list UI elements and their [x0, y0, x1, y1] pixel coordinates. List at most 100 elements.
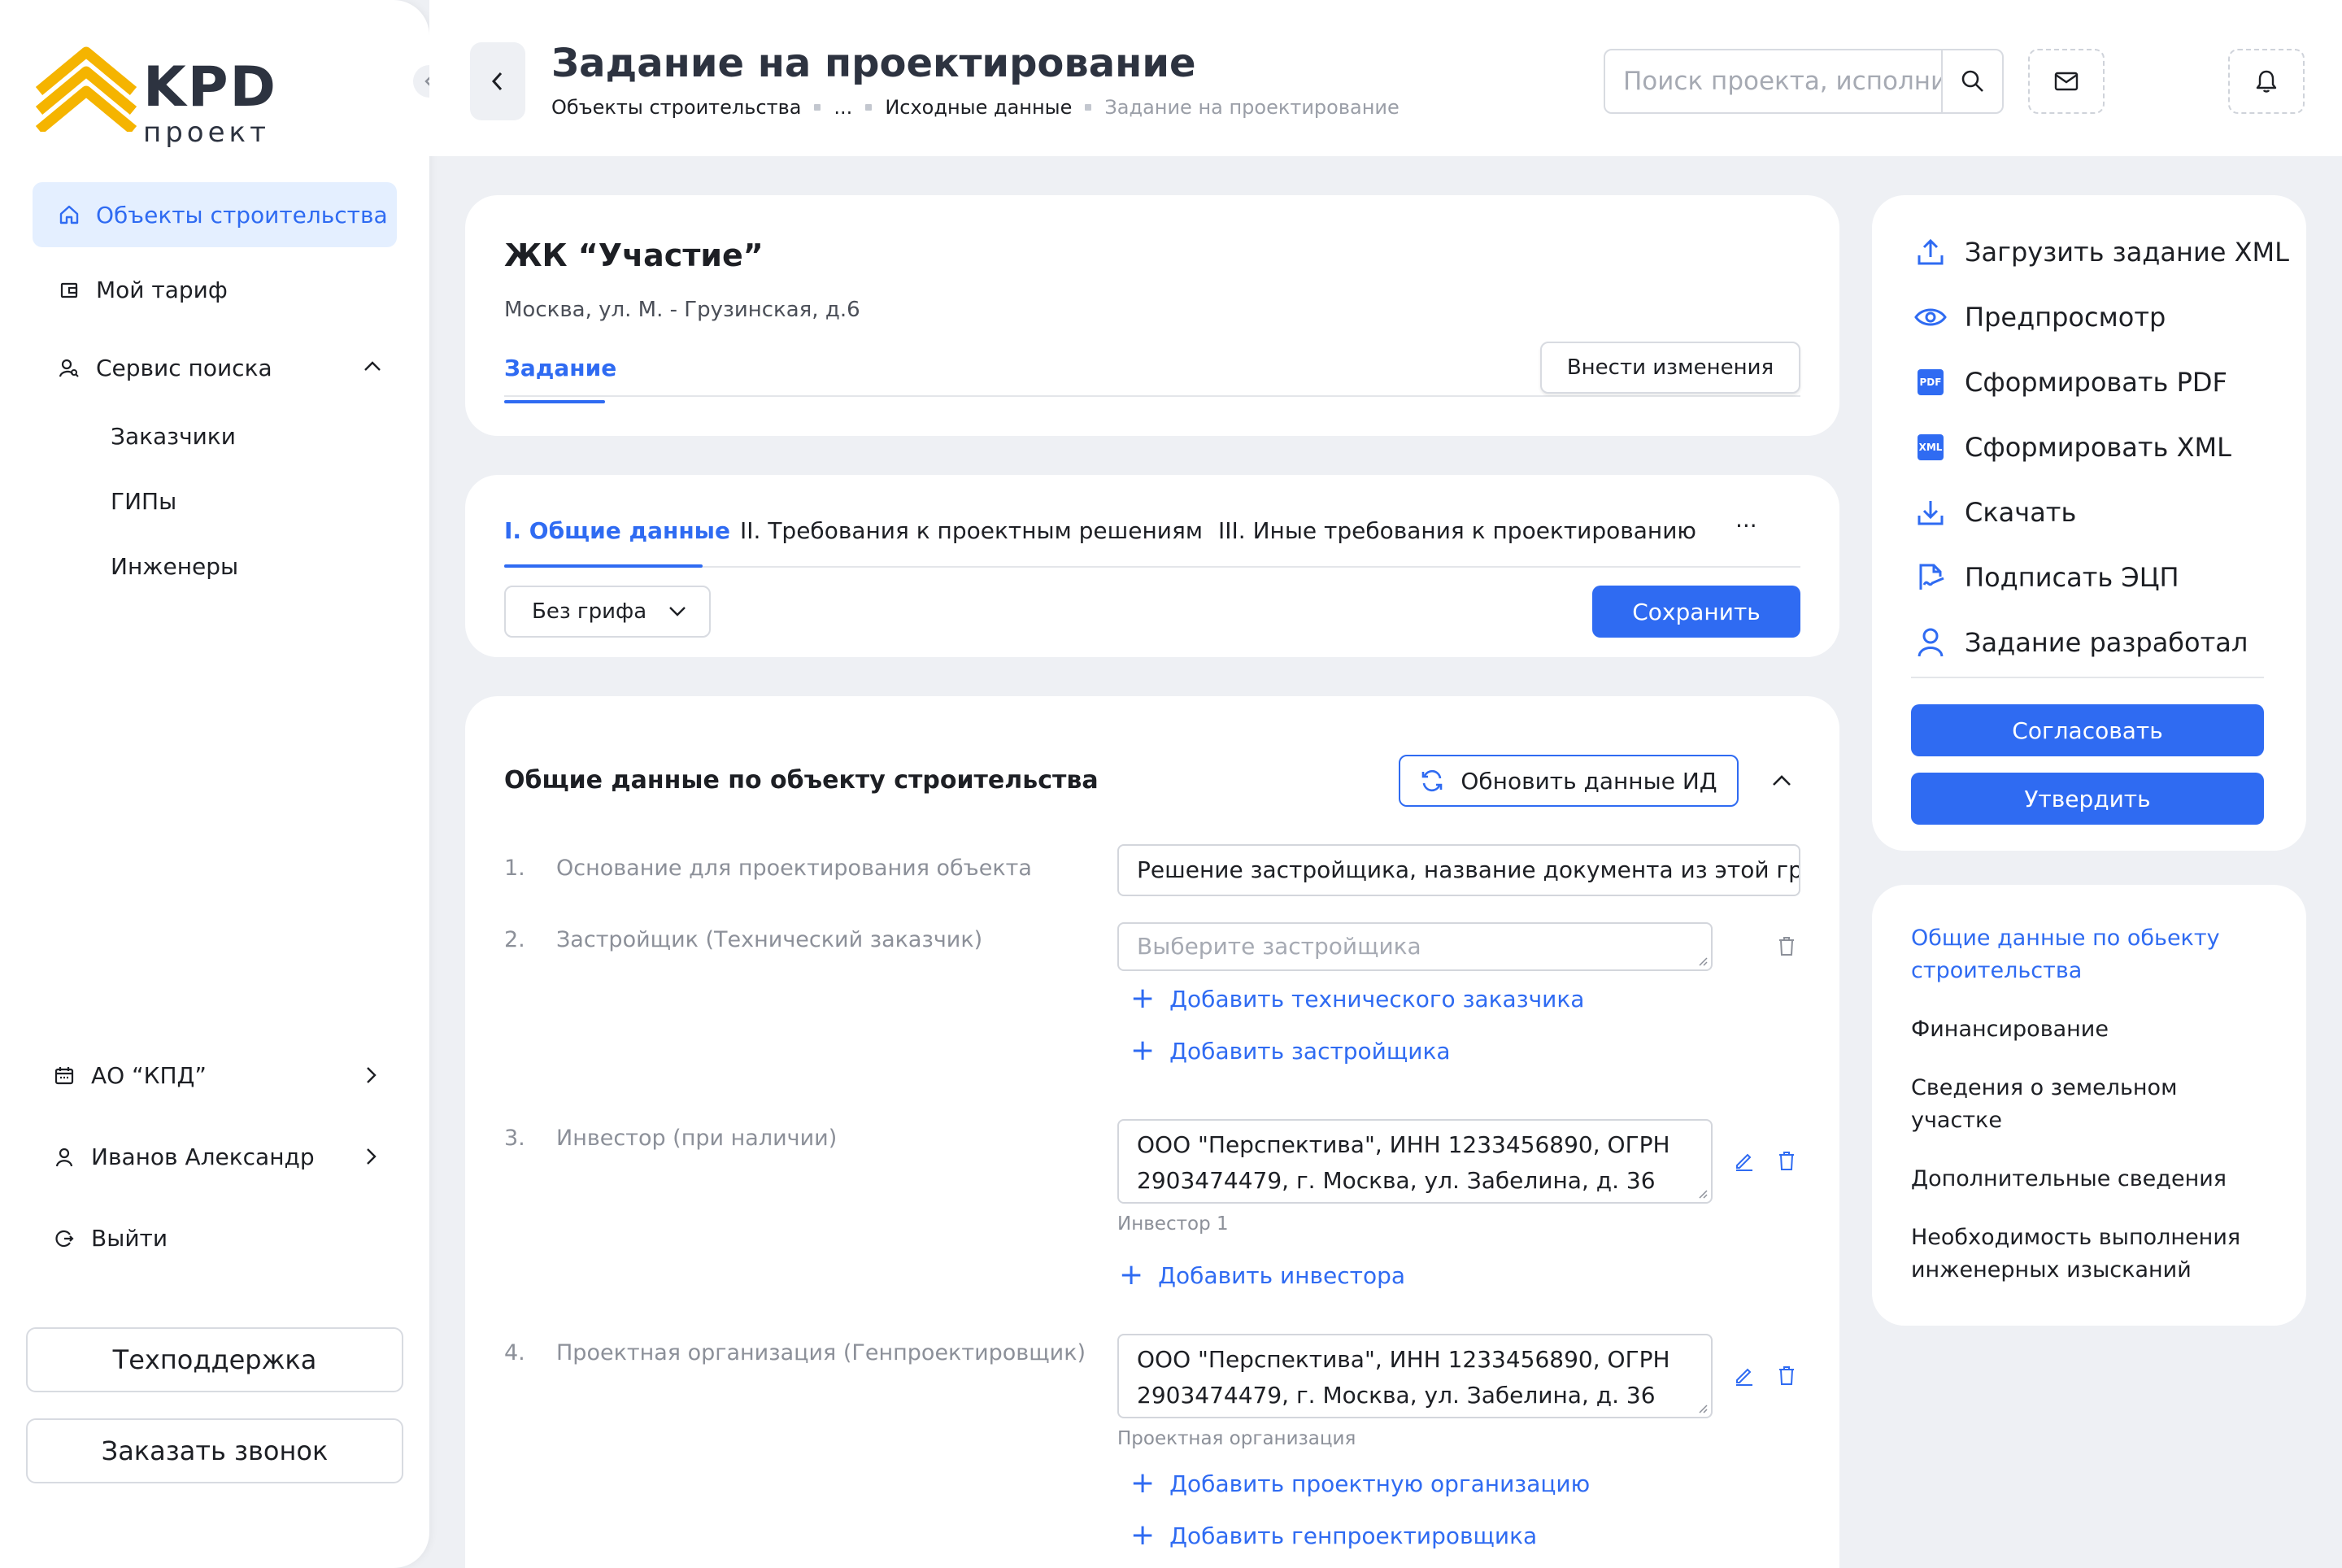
- save-button[interactable]: Сохранить: [1592, 586, 1800, 638]
- download-action[interactable]: Скачать: [1914, 496, 2076, 529]
- action-label: Загрузить задание XML: [1965, 237, 2289, 268]
- toc-financing[interactable]: Финансирование: [1911, 1013, 2269, 1046]
- approve-button[interactable]: Согласовать: [1911, 704, 2264, 756]
- toc-general-data[interactable]: Общие данные по обьекту строительства: [1911, 922, 2269, 987]
- developer-field[interactable]: Выберите застройщика: [1117, 922, 1713, 971]
- row-number: 3.: [504, 1126, 525, 1151]
- upload-xml-action[interactable]: Загрузить задание XML: [1914, 236, 2289, 268]
- mail-button[interactable]: [2028, 49, 2105, 114]
- tab-general-data[interactable]: I. Общие данные: [504, 517, 730, 544]
- sign-action[interactable]: Подписать ЭЦП: [1914, 561, 2179, 594]
- logo[interactable]: KPD проект: [36, 42, 277, 146]
- sidebar: KPD проект Объекты строительства Мой тар…: [0, 0, 446, 1568]
- toc-card: Общие данные по обьекту строительства Фи…: [1872, 885, 2306, 1326]
- nav-company[interactable]: АО “КПД”: [52, 1062, 377, 1089]
- toc-land-plot[interactable]: Сведения о земельном участке: [1911, 1072, 2269, 1137]
- breadcrumb-item[interactable]: Объекты строительства: [551, 96, 801, 119]
- user-icon: [1914, 626, 1947, 659]
- tab-design-requirements[interactable]: II. Требования к проектным решениям: [740, 517, 1203, 544]
- page-title: Задание на проектирование: [551, 41, 1196, 86]
- edit-icon[interactable]: [1732, 1363, 1756, 1387]
- refresh-data-button[interactable]: Обновить данные ИД: [1399, 755, 1739, 807]
- tab-task[interactable]: Задание: [504, 355, 616, 381]
- row-number: 4.: [504, 1340, 525, 1365]
- add-general-designer-link[interactable]: + Добавить генпроектировщика: [1130, 1521, 1537, 1550]
- add-tech-customer-link[interactable]: + Добавить технического заказчика: [1130, 984, 1584, 1013]
- home-icon: [57, 203, 81, 227]
- header: Задание на проектирование Объекты строит…: [429, 0, 2342, 156]
- toc-engineering-surveys[interactable]: Необходимость выполнения инженерных изыс…: [1911, 1222, 2269, 1287]
- notifications-button[interactable]: [2228, 49, 2305, 114]
- breadcrumb-item[interactable]: ...: [834, 96, 852, 119]
- back-button[interactable]: [470, 42, 525, 120]
- row-label: Проектная организация (Генпроектировщик): [556, 1340, 1086, 1365]
- toc-additional[interactable]: Дополнительные сведения: [1911, 1163, 2269, 1196]
- add-design-org-link[interactable]: + Добавить проектную организацию: [1130, 1469, 1590, 1498]
- plus-icon: +: [1130, 1466, 1156, 1500]
- investor-field[interactable]: ООО "Перспектива", ИНН 1233456890, ОГРН …: [1117, 1119, 1713, 1204]
- trash-icon[interactable]: [1774, 1148, 1799, 1173]
- user-label: Иванов Александр: [91, 1143, 315, 1170]
- edit-button[interactable]: Внести изменения: [1540, 342, 1800, 394]
- basis-field[interactable]: Решение застройщика, название документа …: [1117, 844, 1800, 896]
- nav-objects[interactable]: Объекты строительства: [33, 182, 397, 247]
- project-address: Москва, ул. М. - Грузинская, д.6: [504, 298, 860, 322]
- add-link-label: Добавить инвестора: [1158, 1261, 1406, 1289]
- logout-icon: [52, 1226, 76, 1251]
- xml-icon: XML: [1914, 431, 1947, 464]
- add-link-label: Добавить технического заказчика: [1169, 985, 1585, 1013]
- signature-icon: [1914, 561, 1947, 594]
- form-card: Общие данные по объекту строительства Об…: [465, 696, 1839, 1568]
- resize-grip-icon: [1699, 957, 1708, 966]
- nav-logout[interactable]: Выйти: [52, 1225, 168, 1252]
- people-search-icon: [57, 356, 81, 381]
- tab-other-requirements[interactable]: III. Иные требования к проектированию: [1218, 517, 1696, 544]
- classification-select[interactable]: Без грифа: [504, 586, 711, 638]
- chevron-left-icon: [491, 72, 503, 91]
- nav-search-service-label: Сервис поиска: [96, 355, 272, 381]
- add-investor-link[interactable]: + Добавить инвестора: [1119, 1261, 1405, 1290]
- tab-more[interactable]: ···: [1735, 512, 1757, 539]
- search-input[interactable]: [1605, 50, 1941, 112]
- calendar-icon: [52, 1064, 76, 1088]
- chevron-up-icon: [363, 359, 382, 372]
- classification-value: Без грифа: [532, 599, 647, 624]
- generate-xml-action[interactable]: XML Сформировать XML: [1914, 431, 2231, 464]
- nav-gips[interactable]: ГИПы: [111, 488, 176, 515]
- design-org-hint: Проектная организация: [1117, 1428, 1356, 1449]
- nav-user[interactable]: Иванов Александр: [52, 1143, 377, 1170]
- collapse-section-button[interactable]: [1771, 774, 1792, 787]
- confirm-button[interactable]: Утвердить: [1911, 773, 2264, 825]
- add-developer-link[interactable]: + Добавить застройщика: [1130, 1036, 1451, 1065]
- search-button[interactable]: [1941, 50, 2002, 112]
- wallet-icon: [57, 278, 81, 303]
- trash-icon[interactable]: [1774, 934, 1799, 958]
- edit-icon[interactable]: [1732, 1148, 1756, 1173]
- row-label: Инвестор (при наличии): [556, 1126, 838, 1151]
- chevron-up-icon: [1773, 775, 1791, 786]
- actions-card: Загрузить задание XML Предпросмотр PDF С…: [1872, 195, 2306, 851]
- form-title: Общие данные по объекту строительства: [504, 766, 1099, 795]
- design-org-field[interactable]: ООО "Перспектива", ИНН 1233456890, ОГРН …: [1117, 1334, 1713, 1418]
- developed-by-action[interactable]: Задание разработал: [1914, 626, 2248, 659]
- sections-card: I. Общие данные II. Требования к проектн…: [465, 475, 1839, 657]
- nav-customers[interactable]: Заказчики: [111, 423, 236, 450]
- refresh-icon: [1422, 769, 1443, 792]
- resize-grip-icon: [1699, 1405, 1708, 1413]
- project-name: ЖК “Участие”: [504, 237, 764, 273]
- investor-line: 2903474479, г. Москва, ул. Забелина, д. …: [1137, 1167, 1656, 1194]
- support-button[interactable]: Техподдержка: [26, 1327, 403, 1392]
- nav-engineers[interactable]: Инженеры: [111, 553, 238, 580]
- row-number: 2.: [504, 927, 525, 952]
- preview-action[interactable]: Предпросмотр: [1914, 301, 2166, 333]
- eye-icon: [1914, 301, 1947, 333]
- plus-icon: +: [1130, 1034, 1156, 1067]
- action-label: Предпросмотр: [1965, 302, 2166, 333]
- nav-tariff[interactable]: Мой тариф: [57, 277, 228, 303]
- generate-pdf-action[interactable]: PDF Сформировать PDF: [1914, 366, 2227, 399]
- trash-icon[interactable]: [1774, 1363, 1799, 1387]
- nav-search-service[interactable]: Сервис поиска: [57, 355, 382, 381]
- callback-button[interactable]: Заказать звонок: [26, 1418, 403, 1483]
- search: [1604, 49, 2004, 114]
- breadcrumb-item[interactable]: Исходные данные: [885, 96, 1072, 119]
